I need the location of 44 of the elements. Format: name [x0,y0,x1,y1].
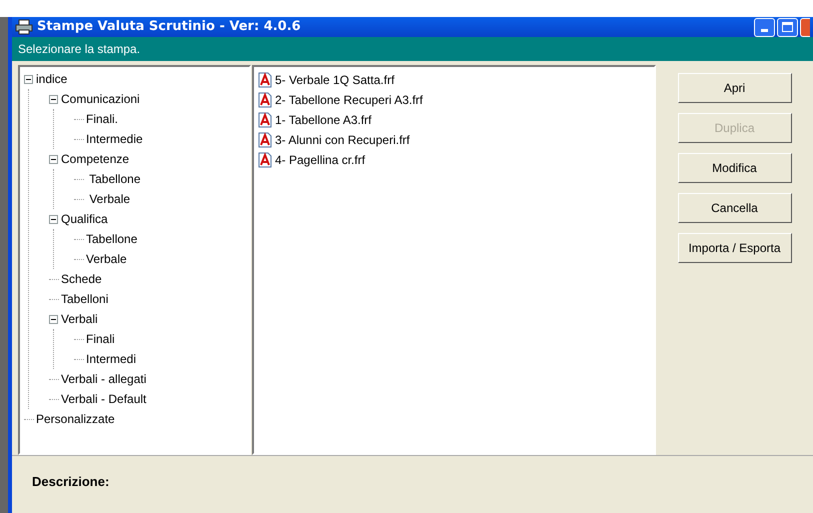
tree-item[interactable]: Intermedie [86,133,143,145]
file-item[interactable]: 1- Tabellone A3.frf [275,111,372,129]
action-button[interactable]: Cancella [678,193,792,223]
tree-item[interactable]: Verbale [86,253,127,265]
tree-item[interactable]: indice [36,73,68,85]
printer-icon [15,19,33,35]
tree-item[interactable]: Tabellone [86,233,138,245]
tree-item[interactable]: Personalizzate [36,413,115,425]
tree-item[interactable]: Intermedi [86,353,136,365]
collapse-toggle-icon[interactable] [49,314,58,324]
file-item[interactable]: 5- Verbale 1Q Satta.frf [275,71,394,89]
window-title: Stampe Valuta Scrutinio - Ver: 4.0.6 [37,18,301,36]
collapse-toggle-icon[interactable] [24,74,33,84]
tree-item[interactable]: Finali. [86,113,118,125]
action-button[interactable]: Apri [678,73,792,103]
action-button[interactable]: Importa / Esporta [678,233,792,263]
tree-item[interactable]: Verbali [61,313,98,325]
tree-item[interactable]: Competenze [61,153,130,165]
document-icon [258,112,272,128]
tree-item[interactable]: Schede [61,273,102,285]
tree-item[interactable]: Finali [86,333,115,345]
document-icon [258,132,272,148]
collapse-toggle-icon[interactable] [49,94,58,104]
action-button[interactable]: Modifica [678,153,792,183]
tree-item[interactable]: Tabellone [86,173,140,185]
description-label: Descrizione: [32,474,110,489]
tree-item[interactable]: Verbali - Default [61,393,146,405]
instruction-text: Selezionare la stampa. [18,41,140,58]
tree-item[interactable]: Verbali - allegati [61,373,146,385]
tree-item[interactable]: Comunicazioni [61,93,140,105]
minimize-button[interactable] [754,18,775,36]
tree-item[interactable]: Tabelloni [61,293,108,305]
collapse-toggle-icon[interactable] [49,214,58,224]
document-icon [258,152,272,168]
close-button[interactable] [800,18,810,36]
file-item[interactable]: 3- Alunni con Recuperi.frf [275,131,410,149]
maximize-button[interactable] [777,18,798,36]
collapse-toggle-icon[interactable] [49,154,58,164]
file-item[interactable]: 2- Tabellone Recuperi A3.frf [275,91,423,109]
document-icon [258,72,272,88]
file-item[interactable]: 4- Pagellina cr.frf [275,151,366,169]
tree-item[interactable]: Qualifica [61,213,108,225]
document-icon [258,92,272,108]
tree-item[interactable]: Verbale [86,193,130,205]
